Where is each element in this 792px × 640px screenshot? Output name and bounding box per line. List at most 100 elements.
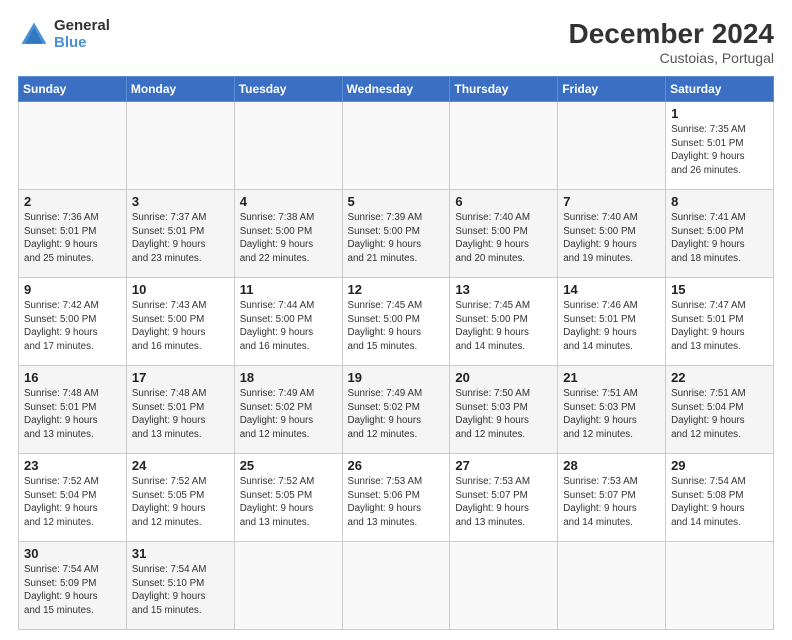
day-info: Sunrise: 7:42 AM Sunset: 5:00 PM Dayligh… bbox=[24, 299, 121, 354]
day-number: 10 bbox=[132, 282, 229, 297]
day-info: Sunrise: 7:51 AM Sunset: 5:04 PM Dayligh… bbox=[671, 387, 768, 442]
table-row: 22 Sunrise: 7:51 AM Sunset: 5:04 PM Dayli… bbox=[666, 366, 774, 454]
day-info: Sunrise: 7:51 AM Sunset: 5:03 PM Dayligh… bbox=[563, 387, 660, 442]
day-info: Sunrise: 7:38 AM Sunset: 5:00 PM Dayligh… bbox=[240, 211, 337, 266]
calendar-row: 1Sunrise: 7:35 AM Sunset: 5:01 PM Daylig… bbox=[19, 102, 774, 190]
day-number: 26 bbox=[348, 458, 445, 473]
table-row: 23Sunrise: 7:52 AM Sunset: 5:04 PM Dayli… bbox=[19, 454, 127, 542]
day-number: 2 bbox=[24, 194, 121, 209]
table-row bbox=[558, 542, 666, 630]
table-row: 12 Sunrise: 7:45 AM Sunset: 5:00 PM Dayli… bbox=[342, 278, 450, 366]
table-row: 27Sunrise: 7:53 AM Sunset: 5:07 PM Dayli… bbox=[450, 454, 558, 542]
day-number: 8 bbox=[671, 194, 768, 209]
table-row bbox=[342, 102, 450, 190]
day-info: Sunrise: 7:37 AM Sunset: 5:01 PM Dayligh… bbox=[132, 211, 229, 266]
header: General Blue December 2024 Custoias, Por… bbox=[18, 18, 774, 66]
table-row bbox=[19, 102, 127, 190]
day-number: 17 bbox=[132, 370, 229, 385]
col-wednesday: Wednesday bbox=[342, 77, 450, 102]
day-info: Sunrise: 7:49 AM Sunset: 5:02 PM Dayligh… bbox=[348, 387, 445, 442]
day-info: Sunrise: 7:52 AM Sunset: 5:05 PM Dayligh… bbox=[240, 475, 337, 530]
day-number: 23 bbox=[24, 458, 121, 473]
table-row: 11Sunrise: 7:44 AM Sunset: 5:00 PM Dayli… bbox=[234, 278, 342, 366]
logo-icon bbox=[18, 19, 50, 51]
location: Custoias, Portugal bbox=[569, 50, 774, 66]
day-info: Sunrise: 7:54 AM Sunset: 5:09 PM Dayligh… bbox=[24, 563, 121, 618]
calendar-row: 16 Sunrise: 7:48 AM Sunset: 5:01 PM Dayli… bbox=[19, 366, 774, 454]
col-thursday: Thursday bbox=[450, 77, 558, 102]
day-number: 18 bbox=[240, 370, 337, 385]
col-saturday: Saturday bbox=[666, 77, 774, 102]
table-row bbox=[450, 542, 558, 630]
table-row: 4Sunrise: 7:38 AM Sunset: 5:00 PM Daylig… bbox=[234, 190, 342, 278]
day-info: Sunrise: 7:43 AM Sunset: 5:00 PM Dayligh… bbox=[132, 299, 229, 354]
table-row bbox=[558, 102, 666, 190]
day-number: 3 bbox=[132, 194, 229, 209]
day-info: Sunrise: 7:54 AM Sunset: 5:10 PM Dayligh… bbox=[132, 563, 229, 618]
day-info: Sunrise: 7:41 AM Sunset: 5:00 PM Dayligh… bbox=[671, 211, 768, 266]
day-number: 15 bbox=[671, 282, 768, 297]
table-row: 7Sunrise: 7:40 AM Sunset: 5:00 PM Daylig… bbox=[558, 190, 666, 278]
table-row: 21 Sunrise: 7:51 AM Sunset: 5:03 PM Dayli… bbox=[558, 366, 666, 454]
day-number: 6 bbox=[455, 194, 552, 209]
page: General Blue December 2024 Custoias, Por… bbox=[0, 0, 792, 640]
calendar-row: 30Sunrise: 7:54 AM Sunset: 5:09 PM Dayli… bbox=[19, 542, 774, 630]
table-row: 24Sunrise: 7:52 AM Sunset: 5:05 PM Dayli… bbox=[126, 454, 234, 542]
calendar-row: 23Sunrise: 7:52 AM Sunset: 5:04 PM Dayli… bbox=[19, 454, 774, 542]
month-title: December 2024 bbox=[569, 18, 774, 50]
table-row: 13 Sunrise: 7:45 AM Sunset: 5:00 PM Dayli… bbox=[450, 278, 558, 366]
logo-general-text: General bbox=[54, 18, 110, 35]
day-info: Sunrise: 7:40 AM Sunset: 5:00 PM Dayligh… bbox=[563, 211, 660, 266]
day-number: 5 bbox=[348, 194, 445, 209]
calendar-row: 2Sunrise: 7:36 AM Sunset: 5:01 PM Daylig… bbox=[19, 190, 774, 278]
day-number: 22 bbox=[671, 370, 768, 385]
calendar-table: Sunday Monday Tuesday Wednesday Thursday… bbox=[18, 76, 774, 630]
day-number: 29 bbox=[671, 458, 768, 473]
day-info: Sunrise: 7:53 AM Sunset: 5:07 PM Dayligh… bbox=[455, 475, 552, 530]
logo: General Blue bbox=[18, 18, 110, 51]
col-monday: Monday bbox=[126, 77, 234, 102]
day-info: Sunrise: 7:49 AM Sunset: 5:02 PM Dayligh… bbox=[240, 387, 337, 442]
day-number: 21 bbox=[563, 370, 660, 385]
table-row bbox=[234, 102, 342, 190]
table-row bbox=[234, 542, 342, 630]
table-row: 10 Sunrise: 7:43 AM Sunset: 5:00 PM Dayli… bbox=[126, 278, 234, 366]
day-info: Sunrise: 7:50 AM Sunset: 5:03 PM Dayligh… bbox=[455, 387, 552, 442]
table-row: 17 Sunrise: 7:48 AM Sunset: 5:01 PM Dayli… bbox=[126, 366, 234, 454]
table-row: 1Sunrise: 7:35 AM Sunset: 5:01 PM Daylig… bbox=[666, 102, 774, 190]
day-info: Sunrise: 7:39 AM Sunset: 5:00 PM Dayligh… bbox=[348, 211, 445, 266]
day-number: 28 bbox=[563, 458, 660, 473]
table-row: 30Sunrise: 7:54 AM Sunset: 5:09 PM Dayli… bbox=[19, 542, 127, 630]
table-row: 26Sunrise: 7:53 AM Sunset: 5:06 PM Dayli… bbox=[342, 454, 450, 542]
day-number: 16 bbox=[24, 370, 121, 385]
day-info: Sunrise: 7:45 AM Sunset: 5:00 PM Dayligh… bbox=[455, 299, 552, 354]
day-number: 25 bbox=[240, 458, 337, 473]
day-info: Sunrise: 7:53 AM Sunset: 5:07 PM Dayligh… bbox=[563, 475, 660, 530]
col-tuesday: Tuesday bbox=[234, 77, 342, 102]
col-friday: Friday bbox=[558, 77, 666, 102]
day-number: 14 bbox=[563, 282, 660, 297]
table-row: 16Sunrise: 7:48 AM Sunset: 5:01 PM Dayli… bbox=[19, 366, 127, 454]
day-info: Sunrise: 7:54 AM Sunset: 5:08 PM Dayligh… bbox=[671, 475, 768, 530]
table-row: 31Sunrise: 7:54 AM Sunset: 5:10 PM Dayli… bbox=[126, 542, 234, 630]
table-row: 19Sunrise: 7:49 AM Sunset: 5:02 PM Dayli… bbox=[342, 366, 450, 454]
day-info: Sunrise: 7:48 AM Sunset: 5:01 PM Dayligh… bbox=[132, 387, 229, 442]
day-info: Sunrise: 7:44 AM Sunset: 5:00 PM Dayligh… bbox=[240, 299, 337, 354]
day-number: 24 bbox=[132, 458, 229, 473]
day-info: Sunrise: 7:35 AM Sunset: 5:01 PM Dayligh… bbox=[671, 123, 768, 178]
table-row: 18 Sunrise: 7:49 AM Sunset: 5:02 PM Dayli… bbox=[234, 366, 342, 454]
day-number: 12 bbox=[348, 282, 445, 297]
day-number: 13 bbox=[455, 282, 552, 297]
day-info: Sunrise: 7:45 AM Sunset: 5:00 PM Dayligh… bbox=[348, 299, 445, 354]
day-number: 9 bbox=[24, 282, 121, 297]
calendar-row: 9 Sunrise: 7:42 AM Sunset: 5:00 PM Daylig… bbox=[19, 278, 774, 366]
table-row: 9 Sunrise: 7:42 AM Sunset: 5:00 PM Daylig… bbox=[19, 278, 127, 366]
weekday-header-row: Sunday Monday Tuesday Wednesday Thursday… bbox=[19, 77, 774, 102]
logo-blue-text: Blue bbox=[54, 35, 110, 52]
day-info: Sunrise: 7:47 AM Sunset: 5:01 PM Dayligh… bbox=[671, 299, 768, 354]
table-row: 3 Sunrise: 7:37 AM Sunset: 5:01 PM Daylig… bbox=[126, 190, 234, 278]
table-row: 29 Sunrise: 7:54 AM Sunset: 5:08 PM Dayli… bbox=[666, 454, 774, 542]
logo-text: General Blue bbox=[54, 18, 110, 51]
table-row bbox=[666, 542, 774, 630]
table-row: 15 Sunrise: 7:47 AM Sunset: 5:01 PM Dayli… bbox=[666, 278, 774, 366]
